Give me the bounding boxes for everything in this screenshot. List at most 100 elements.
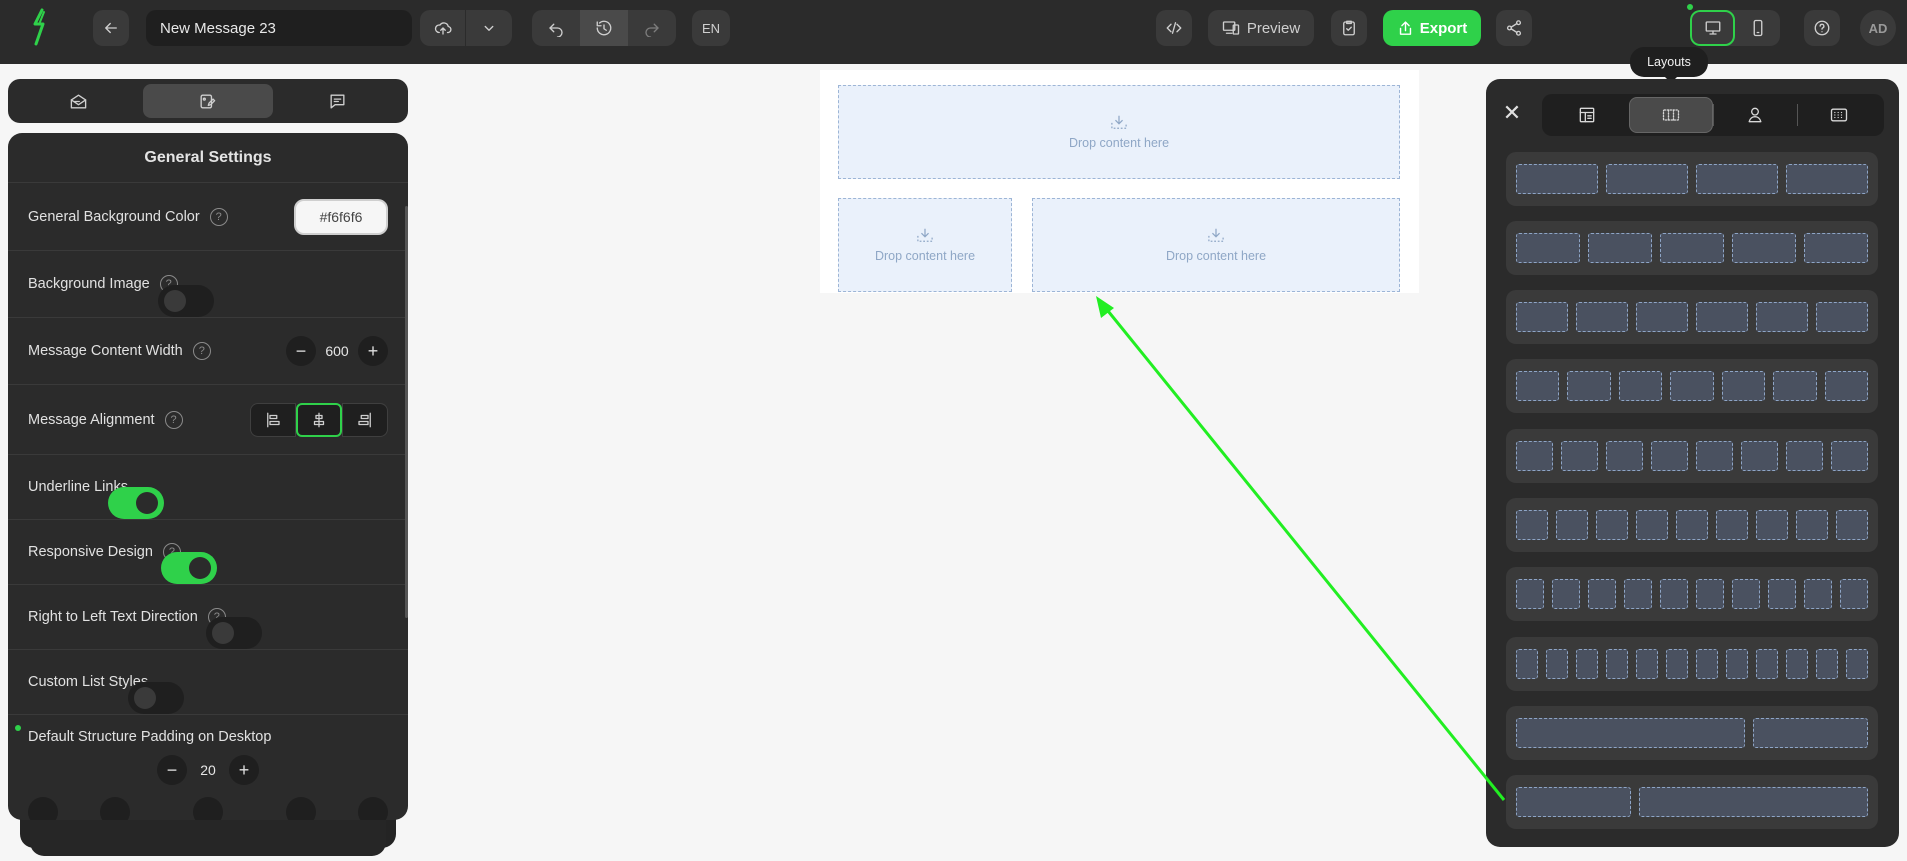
layout-column [1696, 649, 1718, 679]
mobile-view-button[interactable] [1735, 10, 1780, 46]
increment-button[interactable] [358, 797, 388, 820]
setting-content-width: Message Content Width ? − 600 + [8, 318, 408, 385]
align-left-button[interactable] [250, 402, 296, 437]
drop-zone[interactable]: Drop content here [838, 85, 1400, 179]
help-button[interactable] [1804, 10, 1840, 46]
tab-layouts[interactable] [1628, 97, 1713, 133]
align-right-button[interactable] [342, 402, 388, 437]
align-left-icon [267, 412, 280, 427]
tab-modules[interactable] [1714, 97, 1797, 133]
increment-button[interactable]: + [229, 755, 259, 785]
link-padding-button[interactable] [193, 797, 223, 820]
setting-label: Custom List Styles [28, 674, 149, 690]
layouts-panel: ✕ [1486, 79, 1899, 847]
align-center-button[interactable] [296, 402, 342, 437]
setting-message-alignment: Message Alignment ? [8, 385, 408, 455]
desktop-icon [1705, 21, 1720, 35]
tab-content-blocks[interactable] [14, 84, 143, 118]
layout-option[interactable] [1506, 775, 1878, 829]
layout-column [1752, 718, 1868, 748]
layouts-tooltip: Layouts [1630, 47, 1708, 83]
layout-column [1606, 164, 1688, 194]
layout-column [1660, 579, 1688, 609]
layout-option[interactable] [1506, 221, 1878, 275]
redo-button[interactable] [628, 10, 676, 46]
decrement-button[interactable]: − [286, 336, 316, 366]
help-icon [1814, 20, 1830, 36]
decrement-button[interactable] [28, 797, 58, 820]
layout-column [1552, 579, 1580, 609]
increment-button[interactable]: + [358, 336, 388, 366]
layout-column [1831, 441, 1868, 471]
background-color-input[interactable]: #f6f6f6 [294, 198, 388, 235]
tab-appearance[interactable] [143, 84, 273, 118]
help-icon[interactable]: ? [164, 410, 183, 429]
code-button[interactable] [1156, 10, 1192, 46]
lightning-logo[interactable] [28, 8, 56, 46]
decrement-button[interactable]: − [157, 755, 187, 785]
increment-button[interactable] [100, 797, 130, 820]
drop-zone[interactable]: Drop content here [1032, 198, 1400, 292]
layout-column [1846, 649, 1868, 679]
code-icon [1166, 22, 1182, 34]
desktop-view-button[interactable] [1690, 10, 1735, 46]
back-button[interactable] [93, 10, 129, 46]
layout-column [1636, 302, 1688, 332]
layout-option[interactable] [1506, 429, 1878, 483]
layout-column [1576, 649, 1598, 679]
background-image-toggle[interactable] [157, 285, 214, 317]
setting-label: General Background Color [28, 208, 200, 225]
layout-column [1606, 649, 1628, 679]
save-menu-button[interactable] [466, 10, 512, 46]
layout-column [1516, 510, 1548, 540]
layout-column [1696, 579, 1724, 609]
content-width-value[interactable]: 600 [320, 343, 354, 359]
padding-sides-row [28, 797, 388, 820]
history-button[interactable] [580, 10, 628, 46]
tab-blocks[interactable] [1546, 97, 1629, 133]
help-icon[interactable]: ? [209, 207, 228, 226]
custom-list-styles-toggle[interactable] [128, 682, 185, 714]
layout-option[interactable] [1506, 359, 1878, 413]
cloud-upload-icon [434, 22, 452, 35]
avatar[interactable]: AD [1860, 10, 1896, 46]
layout-column [1588, 579, 1616, 609]
preview-button[interactable]: Preview [1208, 10, 1314, 46]
layout-column [1796, 510, 1828, 540]
decrement-button[interactable] [286, 797, 316, 820]
layout-column [1816, 302, 1868, 332]
drop-zone[interactable]: Drop content here [838, 198, 1012, 292]
tab-comments[interactable] [273, 84, 402, 118]
structure-padding-value[interactable]: 20 [191, 762, 225, 778]
layout-option[interactable] [1506, 498, 1878, 552]
layout-column [1624, 579, 1652, 609]
layout-column [1840, 579, 1868, 609]
layout-column [1836, 510, 1868, 540]
settings-scrollbar[interactable] [405, 206, 408, 618]
share-button[interactable] [1496, 10, 1532, 46]
underline-links-toggle[interactable] [107, 487, 164, 519]
setting-label: Right to Left Text Direction [28, 609, 198, 625]
help-icon[interactable]: ? [192, 342, 211, 360]
export-button[interactable]: Export [1383, 10, 1481, 46]
rtl-direction-toggle[interactable] [205, 617, 262, 649]
undo-button[interactable] [532, 10, 580, 46]
save-button[interactable] [420, 10, 466, 46]
layout-column [1516, 233, 1580, 263]
layout-column [1576, 302, 1628, 332]
language-button[interactable]: EN [692, 10, 730, 46]
left-panel-tabs [8, 79, 408, 123]
layout-option[interactable] [1506, 567, 1878, 621]
close-icon[interactable]: ✕ [1502, 102, 1522, 124]
layout-option[interactable] [1506, 637, 1878, 691]
message-title-field[interactable]: New Message 23 [146, 10, 412, 46]
share-icon [1506, 20, 1522, 36]
layout-option[interactable] [1506, 290, 1878, 344]
responsive-design-toggle[interactable] [160, 552, 217, 584]
layout-option[interactable] [1506, 706, 1878, 760]
layout-column [1726, 649, 1748, 679]
layout-option[interactable] [1506, 152, 1878, 206]
test-button[interactable] [1331, 10, 1367, 46]
content-width-stepper: − 600 + [286, 336, 388, 366]
tab-saved[interactable] [1798, 97, 1881, 133]
